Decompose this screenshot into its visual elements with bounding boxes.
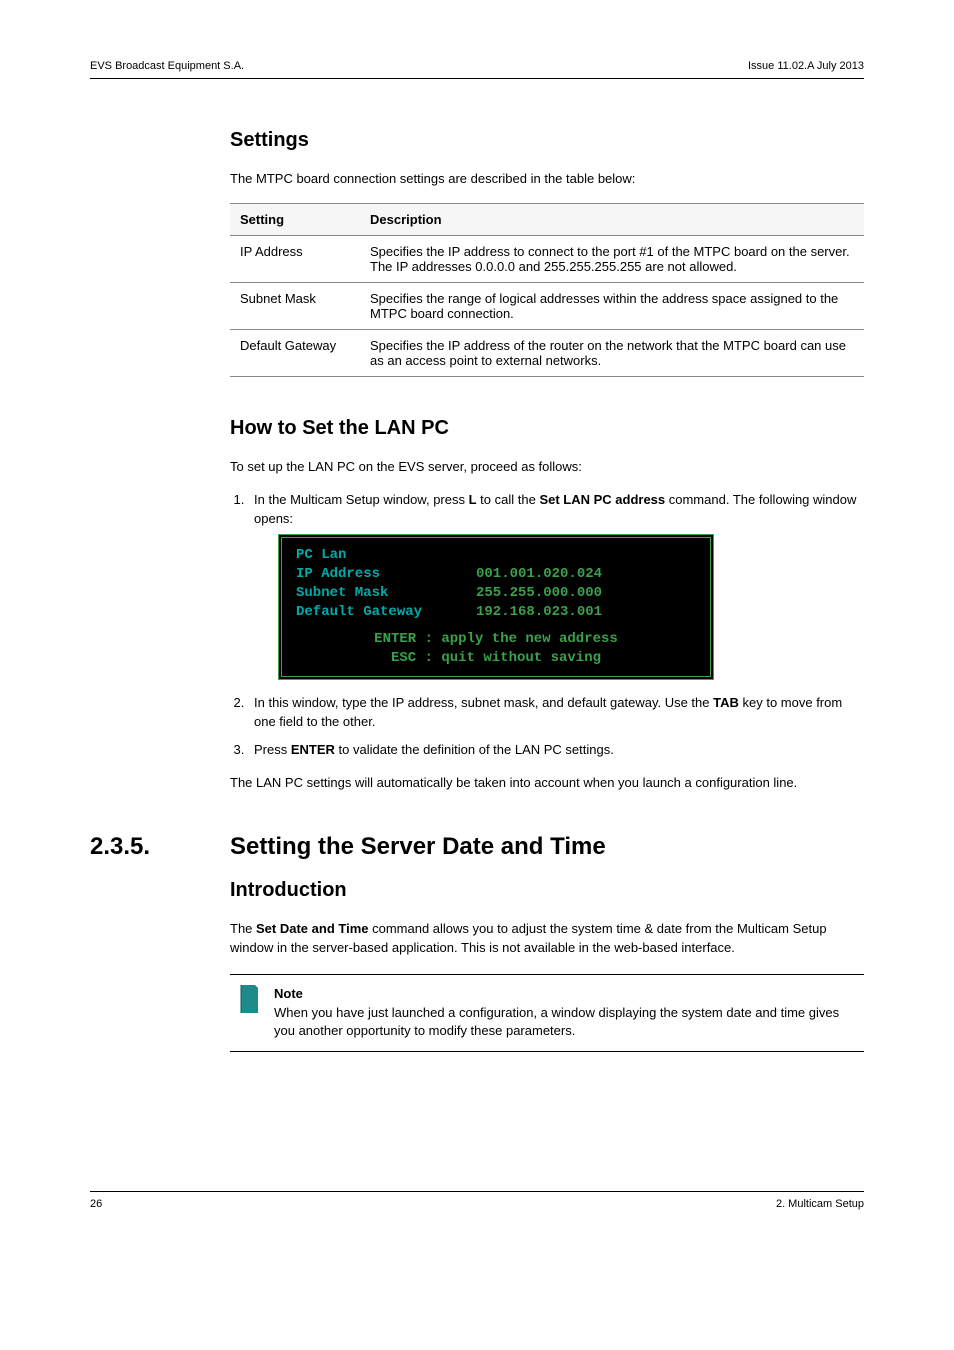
cell-desc: Specifies the IP address of the router o… (360, 329, 864, 376)
list-item: Press ENTER to validate the definition o… (248, 741, 864, 760)
table-header-row: Setting Description (230, 203, 864, 235)
note-box: Note When you have just launched a confi… (230, 974, 864, 1053)
term-l1: PC Lan (296, 546, 476, 565)
note-text: When you have just launched a configurat… (274, 1005, 839, 1039)
section-title: Setting the Server Date and Time (230, 833, 606, 861)
lan-intro: To set up the LAN PC on the EVS server, … (230, 458, 864, 477)
header-left: EVS Broadcast Equipment S.A. (90, 60, 244, 72)
header-right: Issue 11.02.A July 2013 (748, 60, 864, 72)
page-footer: 26 2. Multicam Setup (90, 1191, 864, 1210)
step1-text-b: to call the (477, 492, 540, 507)
footer-section: 2. Multicam Setup (776, 1198, 864, 1210)
term-l2b: 001.001.020.024 (476, 565, 602, 584)
step2-text-a: In this window, type the IP address, sub… (254, 695, 713, 710)
term-l5: ENTER : apply the new address (296, 630, 696, 649)
cell-desc: Specifies the IP address to connect to t… (360, 235, 864, 282)
lan-heading: How to Set the LAN PC (230, 417, 864, 440)
step2-key: TAB (713, 695, 739, 710)
table-row: IP Address Specifies the IP address to c… (230, 235, 864, 282)
lan-steps: In the Multicam Setup window, press L to… (230, 491, 864, 761)
table-row: Subnet Mask Specifies the range of logic… (230, 282, 864, 329)
section-title-row: 2.3.5. Setting the Server Date and Time (90, 833, 864, 861)
th-setting: Setting (230, 203, 360, 235)
term-l2a: IP Address (296, 565, 476, 584)
cell-label: Default Gateway (230, 329, 360, 376)
cell-desc: Specifies the range of logical addresses… (360, 282, 864, 329)
step3-text-b: to validate the definition of the LAN PC… (335, 742, 614, 757)
note-icon (238, 985, 258, 1013)
intro-heading: Introduction (230, 879, 864, 902)
term-l4a: Default Gateway (296, 603, 476, 622)
intro-cmd: Set Date and Time (256, 921, 368, 936)
intro-a: The (230, 921, 256, 936)
settings-intro: The MTPC board connection settings are d… (230, 170, 864, 189)
lan-outro: The LAN PC settings will automatically b… (230, 774, 864, 793)
term-l6: ESC : quit without saving (296, 649, 696, 668)
footer-page-num: 26 (90, 1198, 102, 1210)
list-item: In this window, type the IP address, sub… (248, 694, 864, 732)
term-l3b: 255.255.000.000 (476, 584, 602, 603)
settings-table: Setting Description IP Address Specifies… (230, 203, 864, 377)
step1-cmd: Set LAN PC address (539, 492, 665, 507)
term-l3a: Subnet Mask (296, 584, 476, 603)
note-heading: Note (274, 986, 303, 1001)
cell-label: Subnet Mask (230, 282, 360, 329)
page-header: EVS Broadcast Equipment S.A. Issue 11.02… (90, 60, 864, 79)
step1-text-a: In the Multicam Setup window, press (254, 492, 469, 507)
th-description: Description (360, 203, 864, 235)
settings-heading: Settings (230, 129, 864, 152)
terminal-window: PC Lan IP Address001.001.020.024 Subnet … (278, 534, 714, 679)
cell-label: IP Address (230, 235, 360, 282)
table-row: Default Gateway Specifies the IP address… (230, 329, 864, 376)
intro-para: The Set Date and Time command allows you… (230, 920, 864, 958)
section-number: 2.3.5. (90, 833, 230, 861)
step3-key: ENTER (291, 742, 335, 757)
list-item: In the Multicam Setup window, press L to… (248, 491, 864, 680)
step1-key: L (469, 492, 477, 507)
step3-text-a: Press (254, 742, 291, 757)
term-l4b: 192.168.023.001 (476, 603, 602, 622)
